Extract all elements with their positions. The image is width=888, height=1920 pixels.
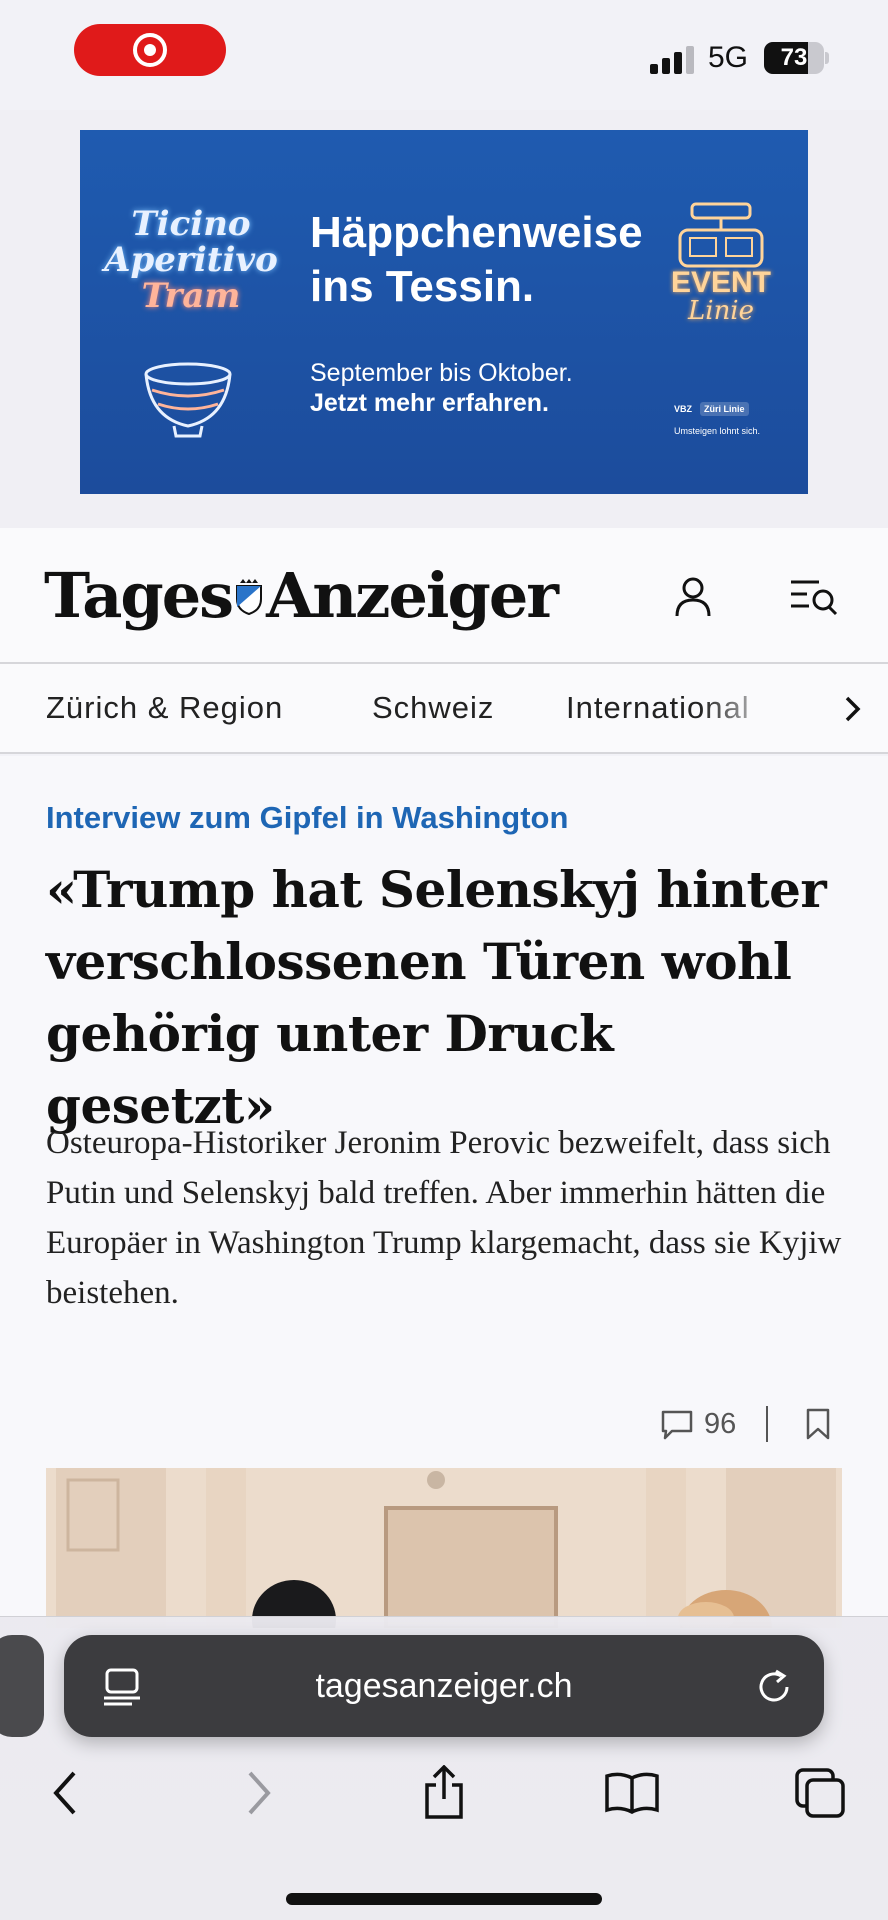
ad-event-label: EVENT — [670, 266, 772, 299]
article-meta: 96 — [660, 1404, 832, 1444]
crest-icon — [236, 579, 263, 615]
browser-bottom-bar: tagesanzeiger.ch — [0, 1616, 888, 1920]
nav-fade — [700, 664, 820, 752]
forward-icon[interactable] — [228, 1763, 288, 1823]
nav-item-zuerich-region[interactable]: Zürich & Region — [46, 690, 283, 726]
site-header: Tages Anzeiger — [0, 528, 888, 664]
advertisement-banner[interactable]: Ticino Aperitivo Tram Häppchenweise ins … — [80, 130, 808, 494]
zueri-linie-logo: Züri Linie — [700, 402, 749, 416]
ad-script-line: Tram — [141, 276, 241, 316]
logo-text-left: Tages — [44, 559, 234, 632]
ad-script-line: Aperitivo — [104, 240, 278, 280]
bowl-icon — [144, 362, 232, 438]
ad-subtext: September bis Oktober. Jetzt mehr erfahr… — [310, 358, 573, 418]
meta-divider — [766, 1406, 769, 1442]
ad-cta-text: Jetzt mehr erfahren. — [310, 389, 549, 417]
ad-headline: Häppchenweise ins Tessin. — [310, 206, 643, 314]
article-image[interactable] — [46, 1468, 842, 1628]
battery-icon: 73 — [764, 42, 830, 74]
ad-script-line: Ticino — [131, 204, 251, 244]
logo-text-right: Anzeiger — [266, 559, 559, 632]
share-icon[interactable] — [414, 1763, 474, 1823]
status-bar: 5G 73 — [0, 0, 888, 110]
comment-count[interactable]: 96 — [704, 1408, 736, 1441]
address-bar[interactable]: tagesanzeiger.ch — [64, 1635, 824, 1737]
ad-sub-line: September bis Oktober. — [310, 359, 573, 387]
ad-headline-line: Häppchenweise — [310, 208, 643, 257]
vbz-logo: VBZ — [674, 404, 692, 414]
comment-icon[interactable] — [660, 1407, 694, 1441]
battery-level: 73 — [780, 44, 808, 71]
previous-tab-peek[interactable] — [0, 1635, 44, 1737]
article-lead: Osteuropa-Historiker Jeronim Perovic bez… — [46, 1125, 842, 1311]
network-type: 5G — [708, 41, 749, 74]
ad-sponsor-logos: VBZ Züri Linie — [674, 402, 749, 416]
bookmarks-icon[interactable] — [602, 1763, 662, 1823]
article-photo-scene — [46, 1468, 842, 1628]
article-headline[interactable]: «Trump hat Selenskyj hinter verschlossen… — [46, 854, 856, 1142]
ad-script-title: Ticino Aperitivo Tram — [86, 206, 296, 314]
tabs-icon[interactable] — [790, 1763, 850, 1823]
section-nav: Zürich & Region Schweiz International — [0, 664, 888, 754]
ad-event-label: Linie — [687, 296, 755, 326]
screen-recording-indicator[interactable] — [74, 24, 226, 76]
chevron-right-icon[interactable] — [836, 692, 870, 726]
bookmark-icon[interactable] — [804, 1408, 832, 1440]
url-text[interactable]: tagesanzeiger.ch — [64, 1635, 824, 1737]
page-menu-icon[interactable] — [102, 1667, 142, 1707]
ad-container: Ticino Aperitivo Tram Häppchenweise ins … — [0, 110, 888, 528]
menu-search-icon[interactable] — [786, 568, 842, 624]
ad-headline-line: ins Tessin. — [310, 262, 535, 311]
cellular-signal-icon — [650, 44, 694, 74]
article-teaser[interactable]: Interview zum Gipfel in Washington «Trum… — [0, 756, 888, 1628]
nav-item-schweiz[interactable]: Schweiz — [372, 690, 494, 726]
tages-anzeiger-logo[interactable]: Tages Anzeiger — [44, 558, 559, 634]
ad-tagline: Umsteigen lohnt sich. — [674, 426, 761, 436]
record-icon — [133, 33, 167, 67]
back-icon[interactable] — [36, 1763, 96, 1823]
home-indicator[interactable] — [286, 1893, 602, 1905]
user-icon[interactable] — [665, 568, 721, 624]
article-kicker[interactable]: Interview zum Gipfel in Washington — [46, 800, 568, 836]
reload-icon[interactable] — [754, 1667, 794, 1707]
